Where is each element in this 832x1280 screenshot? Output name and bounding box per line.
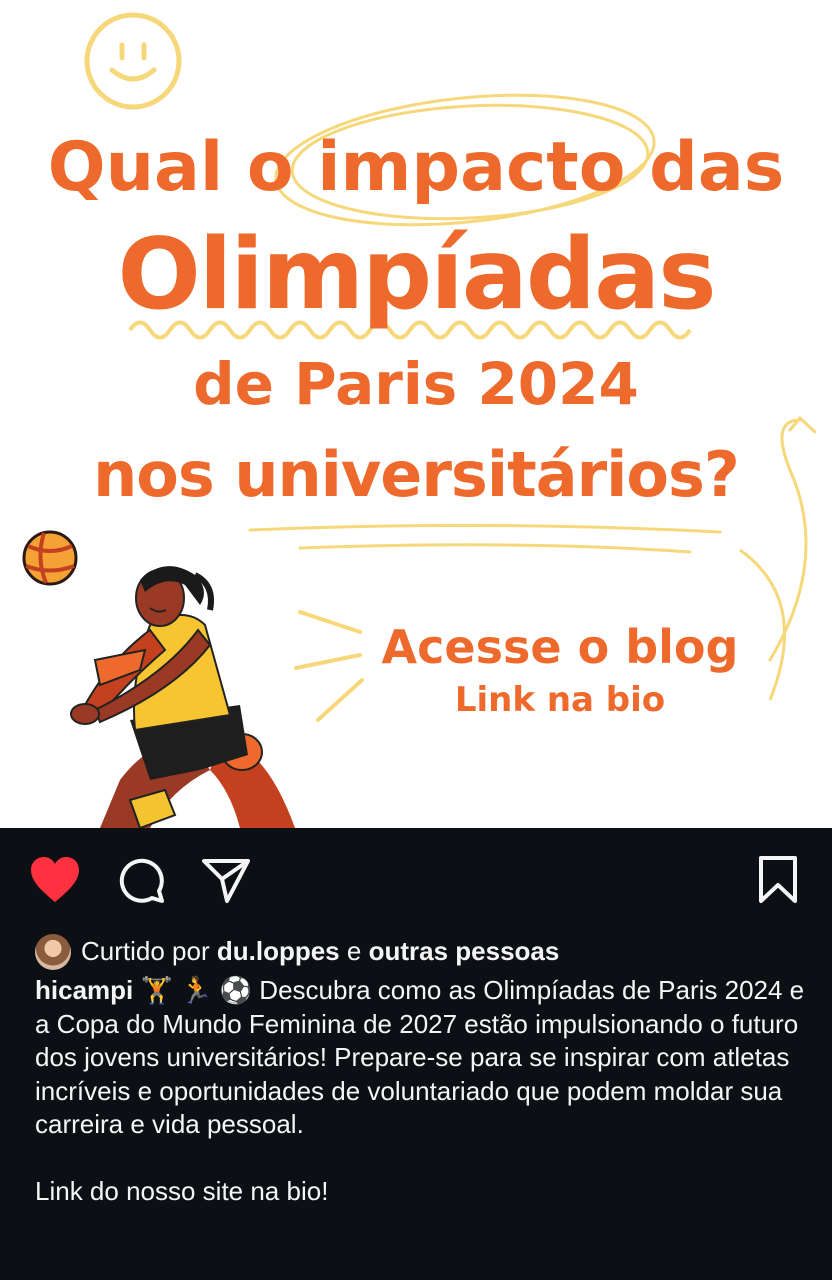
avatar[interactable] [35,934,71,970]
share-button[interactable] [196,850,256,910]
caption-text: hicampi 🏋️ 🏃 ⚽ Descubra como as Olimpíad… [35,974,805,1142]
bookmark-icon [759,856,797,903]
liked-by-user-link[interactable]: du.loppes [217,935,340,969]
likes-others-link[interactable]: outras pessoas [369,935,560,969]
headline-line-3: de Paris 2024 [193,350,639,418]
caption-area: Curtido por du.loppes e outras pessoas h… [35,930,805,1208]
volleyball-player-illustration [70,566,295,828]
paper-plane-icon [202,859,250,903]
caption-footer: Link do nosso site na bio! [35,1175,329,1206]
underline-doodle [248,523,722,554]
likes-prefix: Curtido por [81,936,210,967]
likes-summary[interactable]: Curtido por du.loppes e outras pessoas [35,930,805,974]
post-image[interactable]: Qual o impacto das Olimpíadas de Paris 2… [0,0,832,828]
smiley-icon [84,12,182,110]
cta-subtitle: Link na bio [454,680,666,720]
caption-emojis: 🏋️ 🏃 ⚽ [140,975,253,1005]
likes-connector: e [346,936,362,967]
headline-line-1: Qual o impacto das [47,128,785,207]
save-button[interactable] [748,850,808,910]
like-button[interactable] [25,850,85,910]
headline-line-2: Olimpíadas [117,218,716,332]
comment-icon [119,858,164,903]
volleyball-icon [22,530,78,586]
caption-username-link[interactable]: hicampi [35,975,133,1005]
comment-button[interactable] [111,850,171,910]
headline-line-4: nos universitários? [93,438,740,511]
cta-title: Acesse o blog [381,620,739,674]
rays-doodle [294,610,364,722]
heart-icon [31,857,79,902]
